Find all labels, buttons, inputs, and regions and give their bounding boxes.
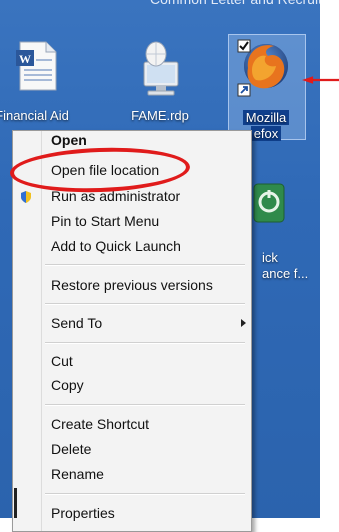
- remote-desktop-icon: [143, 41, 179, 96]
- menu-separator: [45, 303, 245, 305]
- menu-separator: [45, 342, 245, 344]
- desktop-icon-fame-rdp[interactable]: FAME.rdp: [120, 40, 200, 130]
- word-document-icon: W: [16, 41, 57, 91]
- menu-item-create-shortcut[interactable]: Create Shortcut: [51, 413, 149, 435]
- menu-item-cut[interactable]: Cut: [51, 350, 73, 372]
- firefox-label-line2: efox: [250, 126, 282, 141]
- menu-item-copy[interactable]: Copy: [51, 374, 84, 396]
- menu-item-delete[interactable]: Delete: [51, 438, 91, 460]
- red-arrow-annotation: [302, 76, 339, 84]
- menu-item-restore-previous-versions[interactable]: Restore previous versions: [51, 274, 213, 296]
- firefox-icon: [237, 39, 288, 97]
- desktop-icon-label: FAME.rdp: [131, 108, 189, 123]
- quick-icon: [253, 183, 285, 223]
- svg-text:W: W: [19, 52, 31, 66]
- menu-item-properties[interactable]: Properties: [51, 502, 115, 524]
- desktop-icon-label: Financial Aid: [0, 108, 69, 123]
- menu-item-add-to-quick-launch[interactable]: Add to Quick Launch: [51, 235, 181, 257]
- context-menu: Open Open file location Run as administr…: [12, 130, 252, 532]
- menu-item-send-to[interactable]: Send To: [51, 312, 102, 334]
- desktop-top-text: Common Letter and Recruit: [150, 0, 320, 11]
- desktop-icon-financial-aid[interactable]: W Financial Aid: [0, 40, 72, 130]
- quick-label-line2: ance f...: [262, 266, 309, 281]
- menu-separator: [45, 493, 245, 495]
- menu-separator: [45, 264, 245, 266]
- uac-shield-icon: [21, 191, 31, 203]
- left-edge-bar: [14, 488, 17, 518]
- firefox-label-line1: Mozilla: [242, 110, 290, 125]
- menu-gutter: [41, 131, 42, 531]
- menu-item-pin-to-start-menu[interactable]: Pin to Start Menu: [51, 210, 159, 232]
- submenu-arrow-icon: [241, 319, 246, 327]
- desktop-icon-mozilla-firefox[interactable]: Mozilla efox: [226, 34, 306, 141]
- menu-item-open[interactable]: Open: [51, 129, 87, 151]
- menu-separator: [45, 404, 245, 406]
- quick-label-line1: ick: [262, 250, 278, 265]
- menu-item-rename[interactable]: Rename: [51, 463, 104, 485]
